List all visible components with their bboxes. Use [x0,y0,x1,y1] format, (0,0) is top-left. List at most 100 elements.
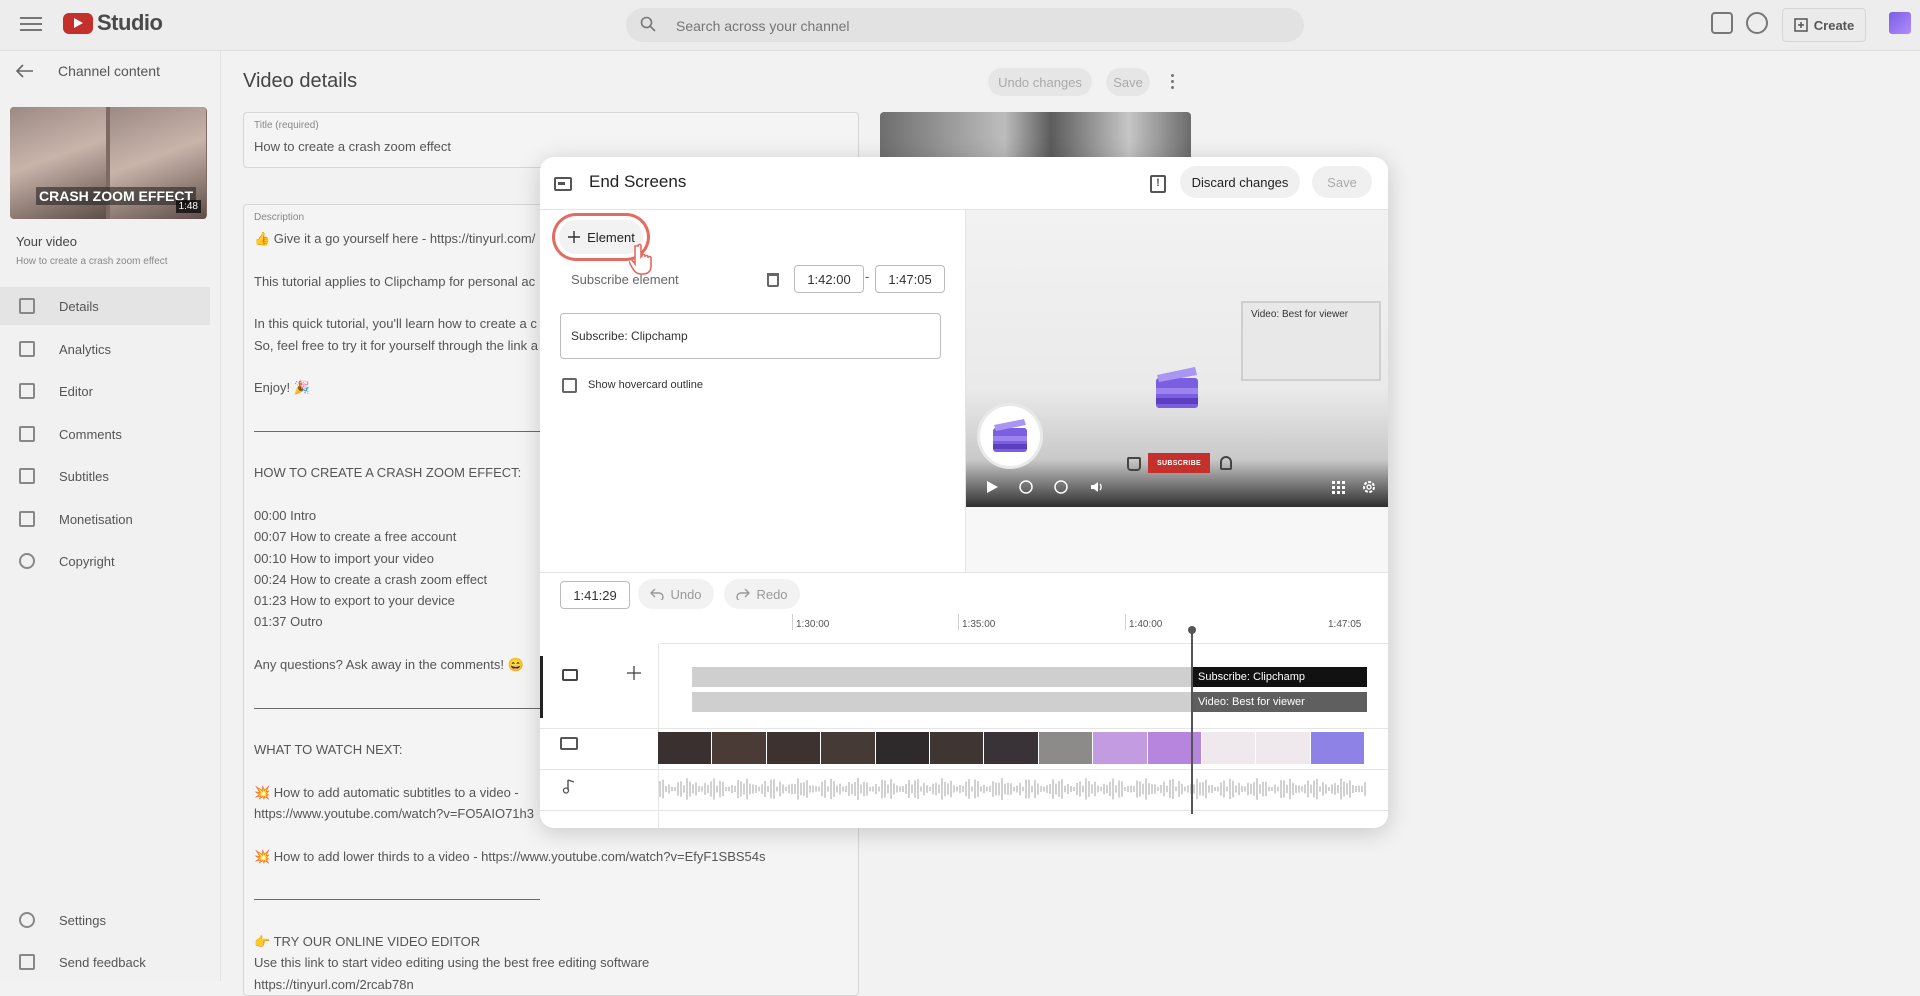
redo-label: Redo [756,587,787,602]
video-thumbnail[interactable]: CRASH ZOOM EFFECT 1:48 [10,107,207,219]
ruler-tick-line [1125,614,1126,630]
video-end-screen-card[interactable]: Video: Best for viewer [1241,301,1381,381]
forward-10-icon[interactable] [1053,479,1069,495]
more-options-icon[interactable] [1169,71,1175,93]
timeline-redo-button[interactable]: Redo [724,579,800,609]
nav-send-feedback[interactable]: Send feedback [0,943,210,981]
timeline-undo-button[interactable]: Undo [638,579,714,609]
time-range-dash: - [865,269,869,284]
rewind-10-icon[interactable] [1018,479,1034,495]
ruler-tick-label: 1:40:00 [1129,619,1162,630]
filmstrip-frame [767,732,820,764]
filmstrip-frame [821,732,874,764]
analytics-icon [19,341,35,357]
end-screen-track-icon [562,669,578,681]
grid-icon[interactable] [1330,479,1346,495]
description-line: —————————————————————— [254,423,540,438]
bell-icon [1220,456,1232,470]
description-line: —————————————————————— [254,891,540,906]
report-feedback-icon[interactable]: ! [1150,175,1166,193]
end-time-input[interactable]: 1:47:05 [875,265,945,293]
plus-icon[interactable] [627,666,641,680]
your-video-label: Your video [16,234,77,249]
nav-monetisation[interactable]: Monetisation [0,500,210,538]
volume-icon[interactable] [1089,479,1105,495]
subscribe-channel-field[interactable]: Subscribe: Clipchamp [560,313,941,359]
timeline-empty-segment [692,692,1192,712]
studio-logo[interactable]: Studio [63,10,162,36]
filmstrip-frame [876,732,929,764]
nav-label: Editor [59,384,93,399]
video-element-segment[interactable]: Video: Best for viewer [1192,692,1367,712]
nav-analytics[interactable]: Analytics [0,330,210,368]
start-time-input[interactable]: 1:42:00 [794,265,864,293]
title-field-value: How to create a crash zoom effect [254,139,451,154]
description-line: 01:37 Outro [254,614,323,629]
ruler-tick-label: 1:30:00 [796,619,829,630]
hand-cursor-icon [629,242,657,276]
end-screens-dialog: End Screens ! Discard changes Save Eleme… [540,157,1388,828]
subscribe-element-segment[interactable]: Subscribe: Clipchamp [1192,667,1367,687]
nav-comments[interactable]: Comments [0,415,210,453]
logo-text: Studio [97,10,162,36]
nav-label: Send feedback [59,955,146,970]
search-bar[interactable] [626,8,1304,42]
save-button[interactable]: Save [1106,68,1150,96]
video-name: How to create a crash zoom effect [16,256,168,267]
play-icon[interactable] [984,479,1000,495]
filmstrip-frame [1093,732,1146,764]
current-time-input[interactable]: 1:41:29 [560,581,630,609]
nav-details[interactable]: Details [0,287,210,325]
trash-icon[interactable] [767,273,779,287]
hovercard-outline-label: Show hovercard outline [588,379,703,391]
discard-changes-button[interactable]: Discard changes [1180,166,1300,198]
nav-editor[interactable]: Editor [0,372,210,410]
back-to-channel-content[interactable]: Channel content [16,63,160,79]
ruler-tick-label: 1:47:05 [1328,619,1361,630]
description-line: 👉 TRY OUR ONLINE VIDEO EDITOR [254,934,480,950]
element-name: Subscribe element [571,272,679,287]
nav-label: Monetisation [59,512,133,527]
nav-copyright[interactable]: Copyright [0,542,210,580]
arrow-left-icon [16,64,34,78]
playhead-handle[interactable] [1188,626,1196,634]
search-input[interactable] [674,8,1278,44]
description-line: —————————————————————— [254,700,540,715]
filmstrip-frame [930,732,983,764]
filmstrip-frame [1311,732,1364,764]
description-line: Enjoy! 🎉 [254,380,310,396]
ruler-tick-line [792,614,793,630]
playhead[interactable] [1191,629,1193,814]
create-button[interactable]: Create [1782,8,1866,42]
filmstrip-frame [1256,732,1309,764]
subscribe-channel-avatar[interactable] [980,406,1040,466]
description-line: HOW TO CREATE A CRASH ZOOM EFFECT: [254,465,521,480]
filmstrip-frame [1202,732,1255,764]
nav-label: Settings [59,913,106,928]
description-line: 00:00 Intro [254,508,316,523]
divider [540,572,1388,573]
element-editor-pane: Element Subscribe element 1:42:00 - 1:47… [540,210,964,572]
divider [540,810,1388,811]
gear-icon [19,912,35,928]
description-label: Description [254,212,304,223]
description-line: 00:07 How to create a free account [254,529,456,544]
gear-icon[interactable] [1361,479,1377,495]
undo-changes-button[interactable]: Undo changes [988,68,1092,96]
description-line: 💥 How to add lower thirds to a video - h… [254,849,766,865]
nav-settings[interactable]: Settings [0,901,210,939]
menu-icon[interactable] [20,13,42,35]
messages-icon[interactable] [1711,12,1733,34]
clipchamp-logo-icon [980,406,1040,466]
create-label: Create [1814,18,1854,33]
dialog-save-button[interactable]: Save [1312,166,1372,198]
hovercard-outline-checkbox[interactable] [562,378,577,393]
help-icon[interactable] [1746,12,1768,34]
plus-icon [567,230,581,244]
top-bar: Studio Create [0,0,1920,51]
description-line: Any questions? Ask away in the comments!… [254,657,524,673]
avatar[interactable] [1889,12,1911,34]
ruler-tick-label: 1:35:00 [962,619,995,630]
preview-pane: Video: Best for viewer SUBSCRIBE [965,210,1388,572]
nav-subtitles[interactable]: Subtitles [0,457,210,495]
